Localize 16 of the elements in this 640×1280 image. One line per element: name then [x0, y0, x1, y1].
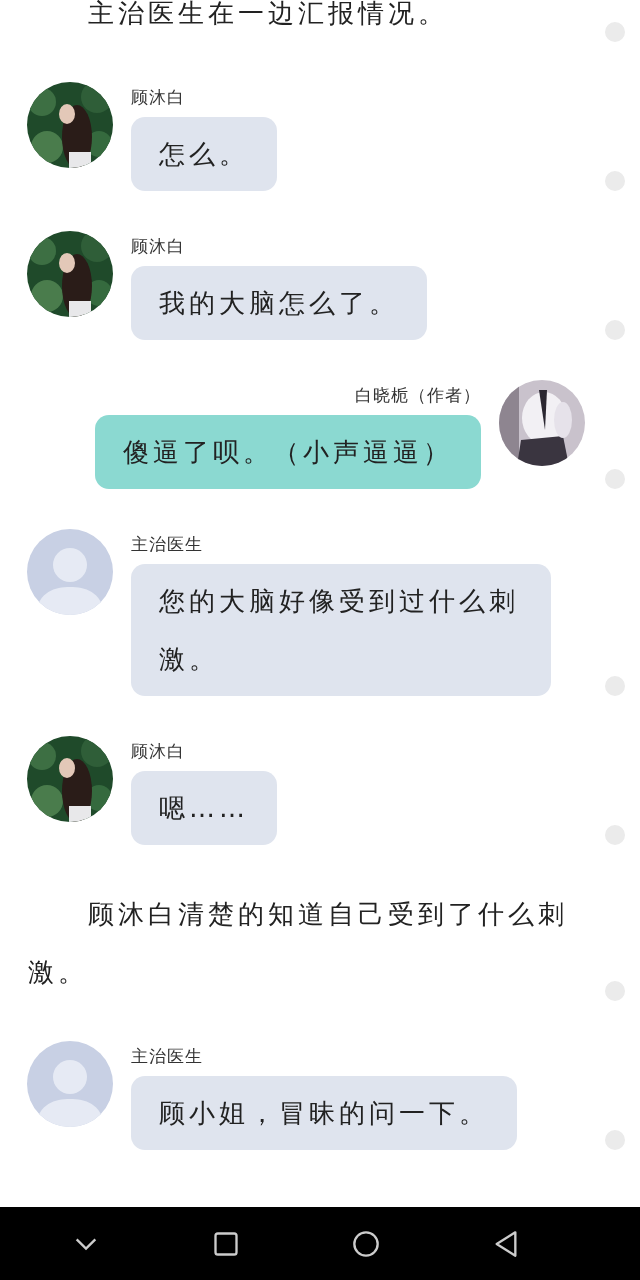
sender-name: 顾沐白 — [131, 86, 185, 109]
sender-name: 主治医生 — [131, 533, 203, 556]
circle-icon[interactable] — [352, 1229, 380, 1258]
message-bubble: 您的大脑好像受到过什么刺激。 — [131, 564, 551, 696]
narration-text: 顾沐白清楚的知道自己受到了什么刺激。 — [27, 898, 569, 989]
message-bubble: 嗯…… — [131, 771, 277, 845]
message-bubble: 顾小姐，冒昧的问一下。 — [131, 1076, 517, 1150]
sender-name: 主治医生 — [131, 1045, 203, 1068]
square-icon[interactable] — [212, 1229, 240, 1258]
sender-name: 白晓栀（作者） — [355, 384, 481, 407]
sender-name: 顾沐白 — [131, 740, 185, 763]
narration-text: 主治医生在一边汇报情况。 — [87, 0, 449, 30]
sender-name: 顾沐白 — [131, 235, 185, 258]
message-bubble: 我的大脑怎么了。 — [131, 266, 427, 340]
message-bubble: 傻逼了呗。（小声逼逼） — [95, 415, 481, 489]
message-bubble: 怎么。 — [131, 117, 277, 191]
